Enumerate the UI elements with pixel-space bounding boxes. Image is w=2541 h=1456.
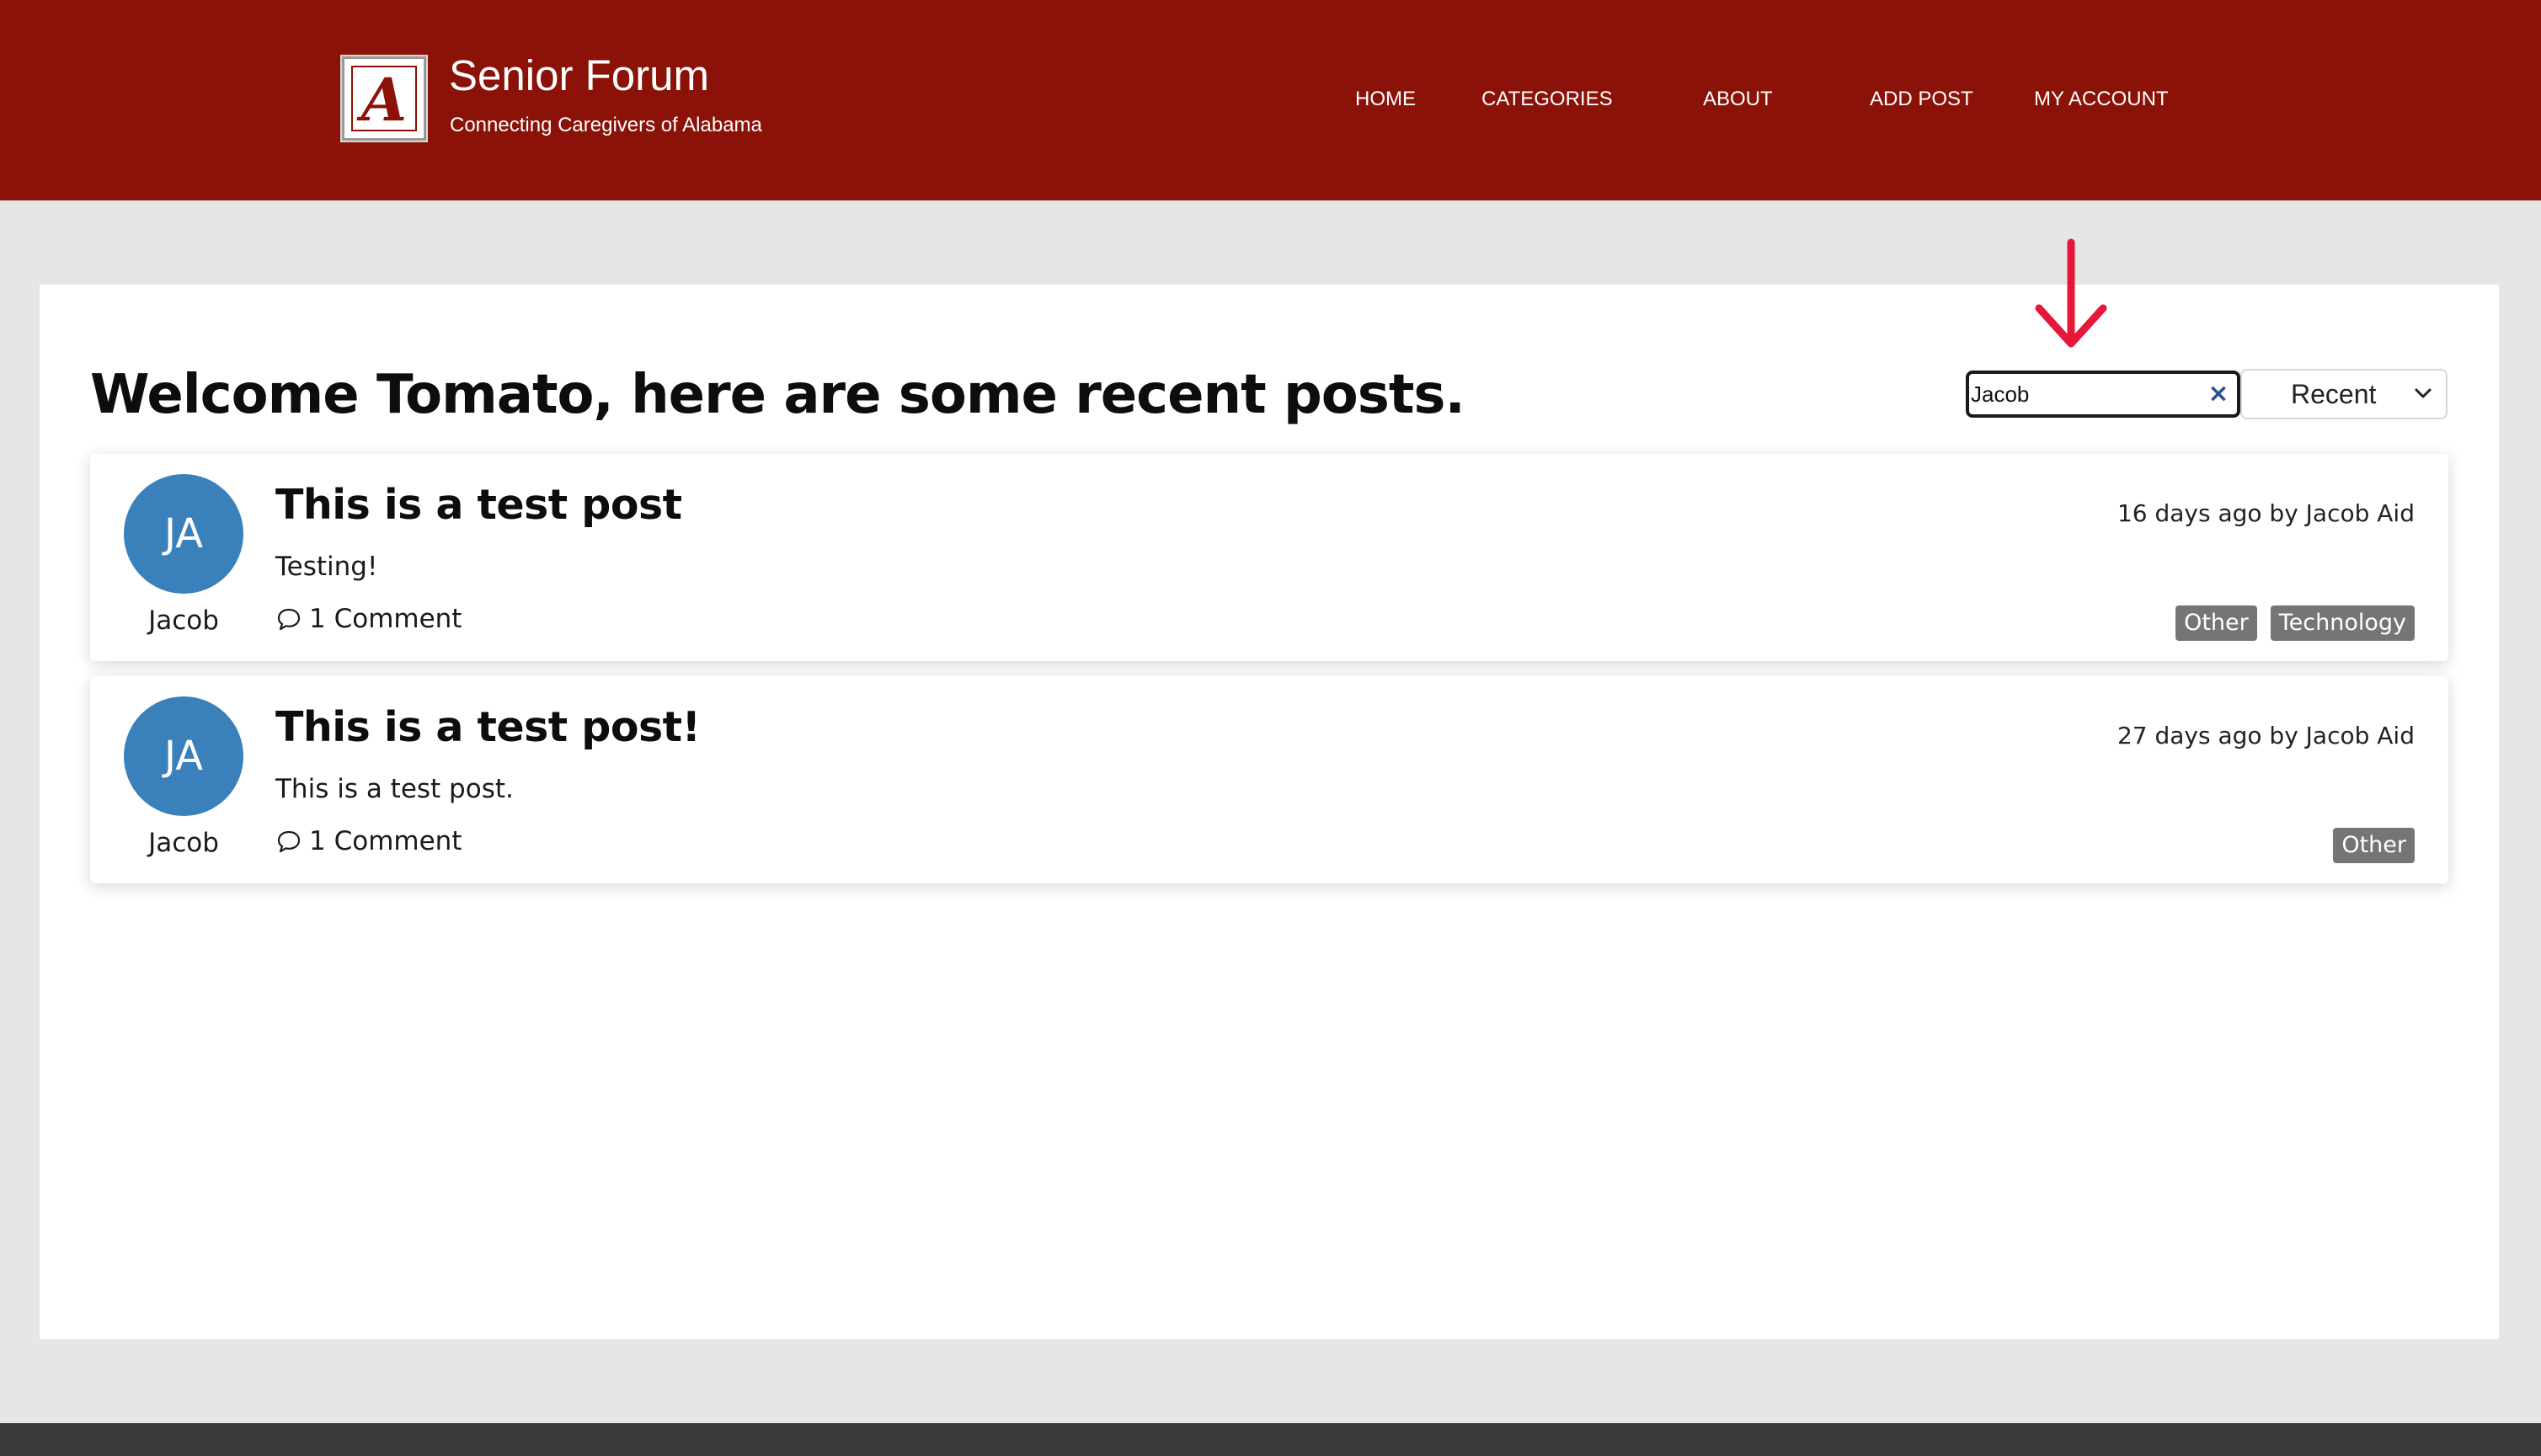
tag-other[interactable]: Other: [2333, 828, 2415, 863]
red-down-arrow-icon: [2035, 238, 2107, 348]
main-nav: HOME CATEGORIES ABOUT ADD POST MY ACCOUN…: [0, 88, 2541, 121]
author-name: Jacob: [148, 828, 219, 858]
author-name: Jacob: [148, 605, 219, 636]
post-title[interactable]: This is a test post!: [275, 703, 701, 751]
page-title: Welcome Tomato, here are some recent pos…: [90, 364, 1465, 426]
nav-home[interactable]: HOME: [1355, 88, 1416, 111]
nav-my-account[interactable]: MY ACCOUNT: [2034, 88, 2169, 111]
comment-count: 1 Comment: [309, 826, 462, 856]
close-icon[interactable]: ×: [2205, 381, 2232, 408]
post-excerpt: Testing!: [275, 552, 378, 582]
post-excerpt: This is a test post.: [275, 774, 514, 804]
avatar[interactable]: JA: [124, 696, 243, 816]
nav-about[interactable]: ABOUT: [1703, 88, 1773, 111]
speech-bubble-icon: [277, 608, 301, 631]
post-meta: 27 days ago by Jacob Aid: [2117, 722, 2415, 749]
post-card[interactable]: JA Jacob This is a test post! This is a …: [90, 676, 2448, 883]
site-footer: [0, 1423, 2541, 1456]
comments-link[interactable]: 1 Comment: [275, 604, 462, 634]
nav-add-post[interactable]: ADD POST: [1870, 88, 1973, 111]
post-title[interactable]: This is a test post: [275, 481, 682, 529]
comment-count: 1 Comment: [309, 604, 462, 634]
tag-other[interactable]: Other: [2175, 605, 2257, 641]
nav-categories[interactable]: CATEGORIES: [1481, 88, 1613, 111]
sort-dropdown[interactable]: Recent: [2240, 369, 2448, 419]
tag-list: Other: [2333, 828, 2415, 863]
search-input[interactable]: [1971, 374, 2198, 414]
chevron-down-icon: [2415, 388, 2432, 398]
avatar[interactable]: JA: [124, 474, 243, 594]
post-card[interactable]: JA Jacob This is a test post Testing! 1 …: [90, 454, 2448, 661]
tag-technology[interactable]: Technology: [2270, 605, 2415, 641]
search-field[interactable]: ×: [1966, 371, 2240, 418]
comments-link[interactable]: 1 Comment: [275, 826, 462, 856]
speech-bubble-icon: [277, 830, 301, 853]
sort-selected-value: Recent: [2291, 379, 2377, 409]
tag-list: Other Technology: [2175, 605, 2415, 641]
post-meta: 16 days ago by Jacob Aid: [2117, 499, 2415, 527]
